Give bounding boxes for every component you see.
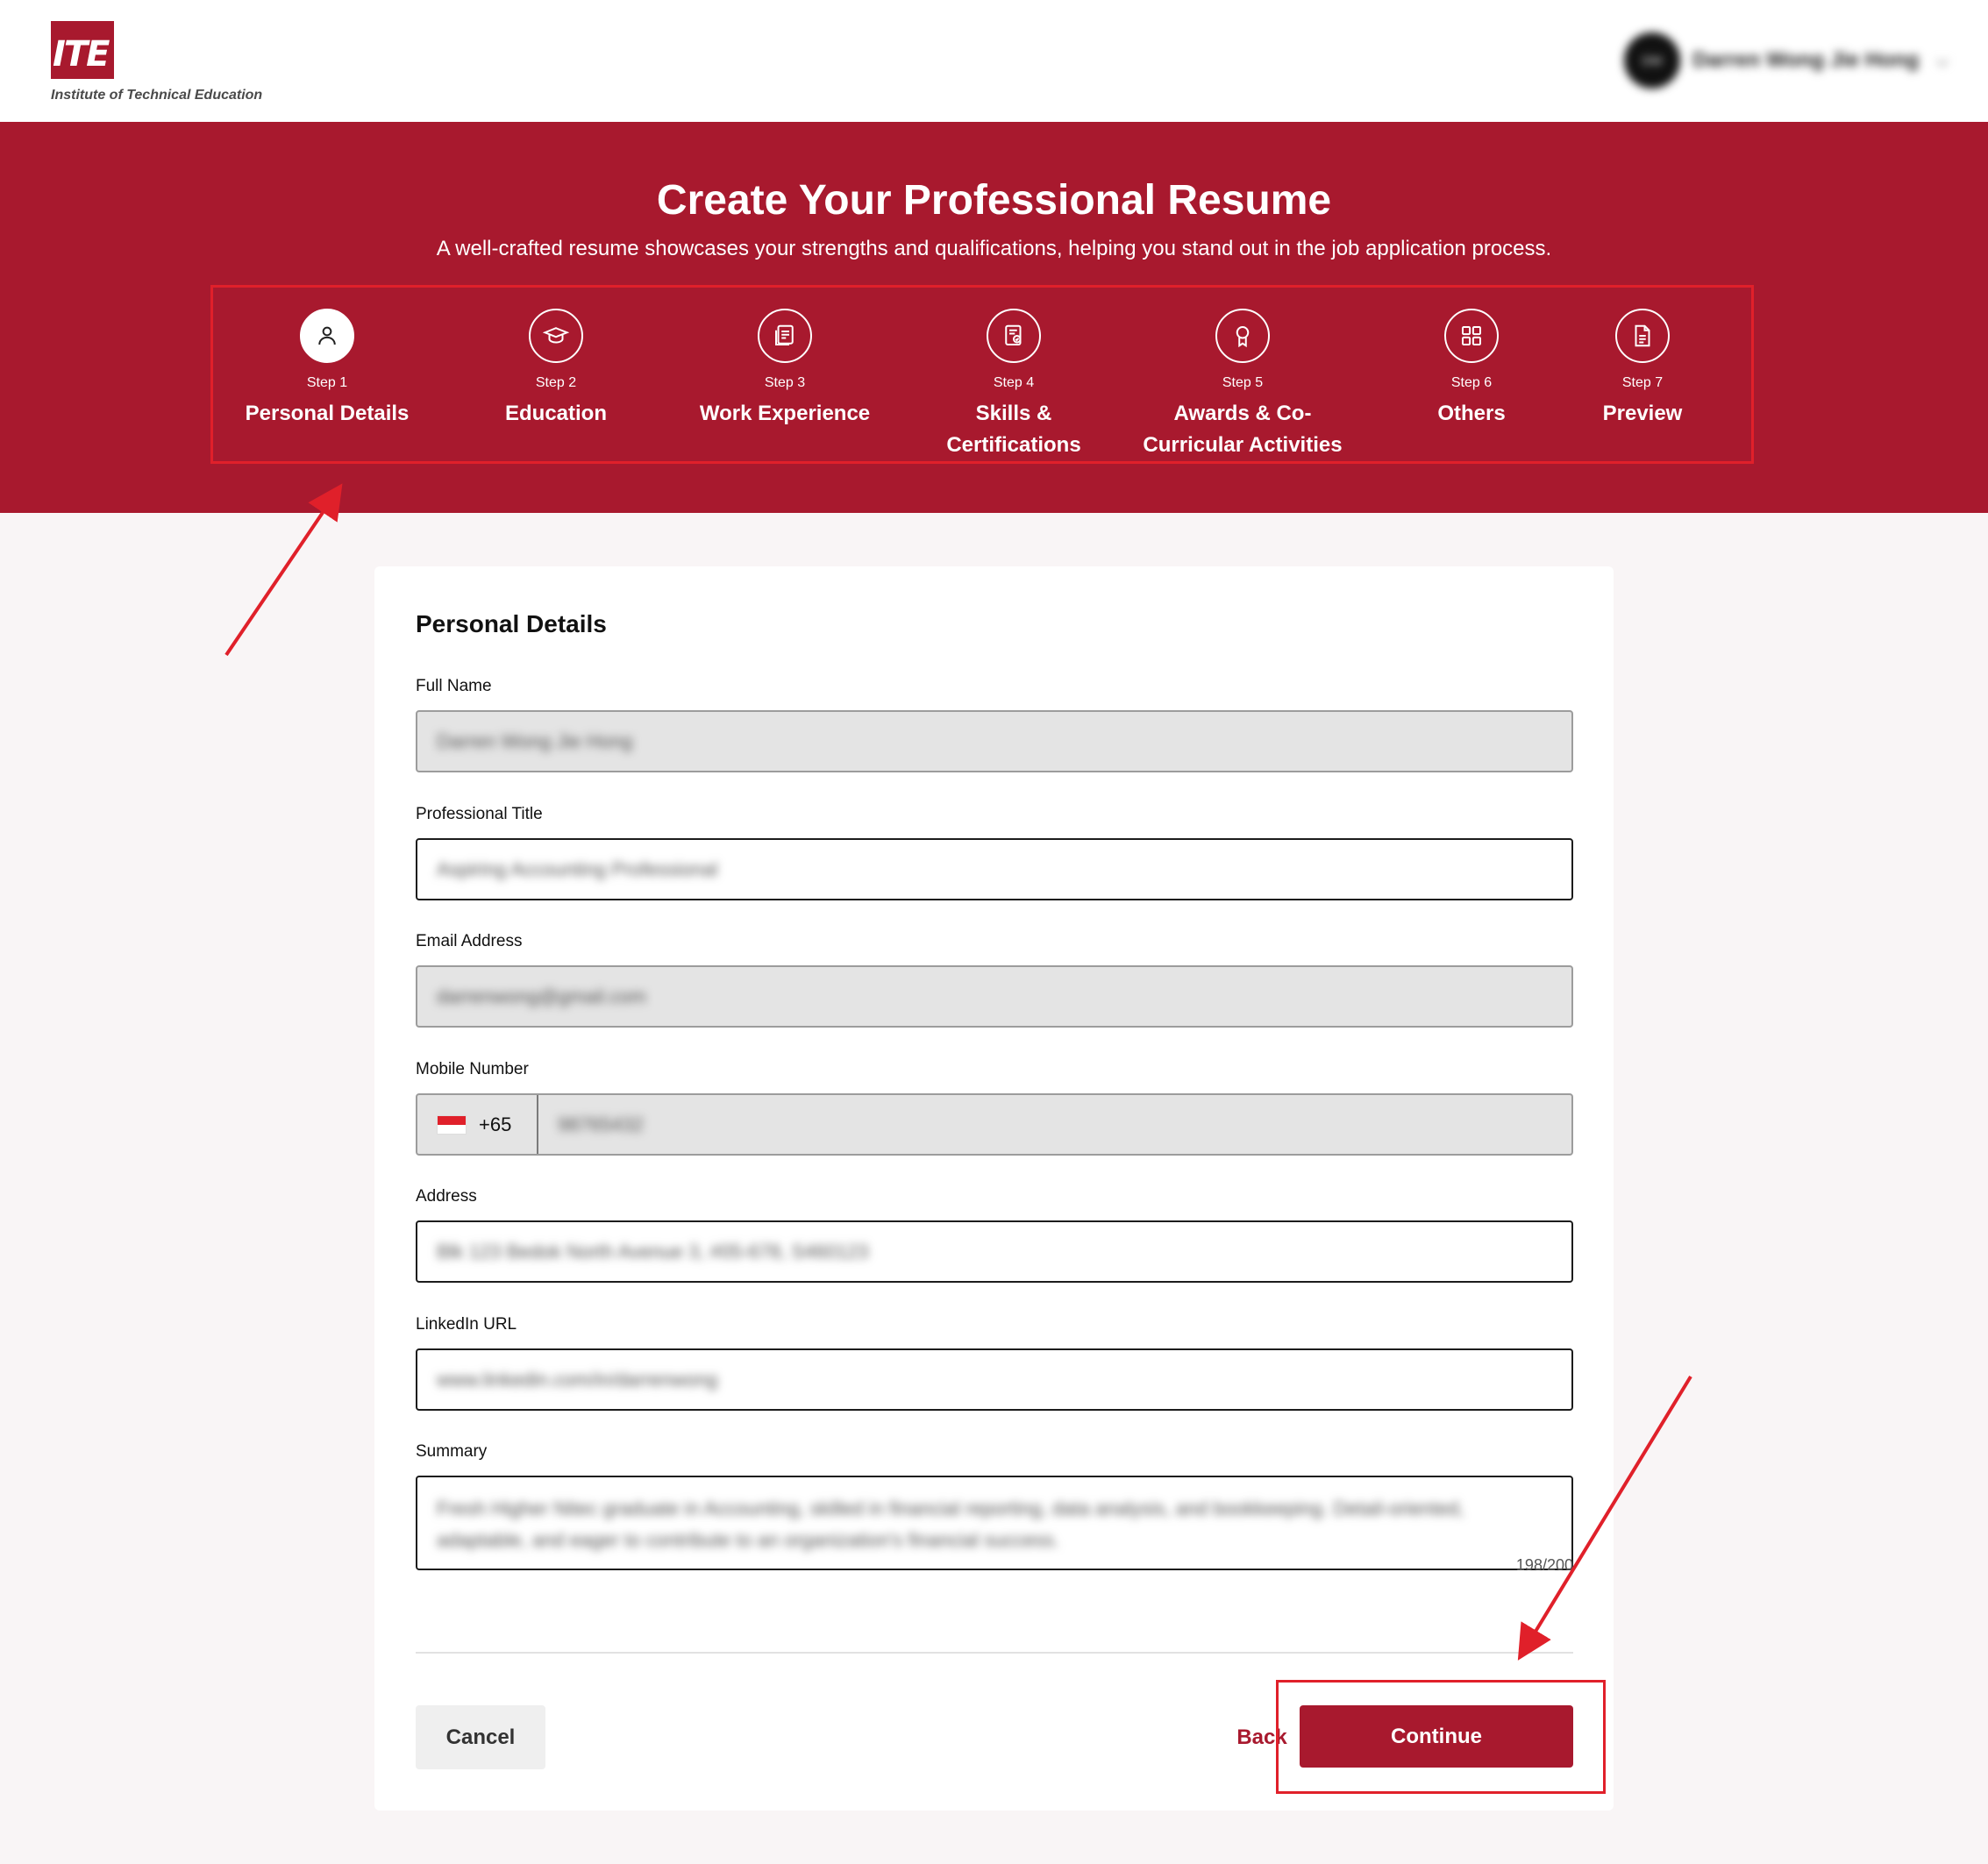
- step-number: Step 3: [764, 375, 806, 390]
- mobile-number-label: Mobile Number: [416, 1060, 529, 1078]
- address-value: Blk 123 Bedok North Avenue 3, #05-678, S…: [437, 1240, 869, 1263]
- linkedin-input[interactable]: www.linkedin.com/in/darrenwong: [416, 1348, 1573, 1411]
- professional-title-value: Aspiring Accounting Professional: [437, 857, 718, 880]
- user-icon: [300, 309, 354, 363]
- mobile-number-input[interactable]: +65 98765432: [416, 1093, 1573, 1156]
- summary-textarea[interactable]: Fresh Higher Nitec graduate in Accountin…: [416, 1476, 1573, 1570]
- step-number: Step 1: [306, 375, 348, 390]
- linkedin-value: www.linkedin.com/in/darrenwong: [437, 1368, 718, 1391]
- address-label: Address: [416, 1187, 477, 1206]
- resume-stepper: Step 1 Personal Details Step 2 Education…: [210, 285, 1754, 464]
- chevron-down-icon[interactable]: [1936, 53, 1949, 68]
- avatar: DW: [1624, 32, 1680, 89]
- step-label: Preview: [1602, 402, 1683, 425]
- section-title: Personal Details: [416, 610, 607, 637]
- award-icon: [1215, 309, 1270, 363]
- clipboard-icon: [758, 309, 812, 363]
- address-field: Address Blk 123 Bedok North Avenue 3, #0…: [416, 1187, 1573, 1283]
- grid-icon: [1444, 309, 1499, 363]
- step-label: Awards & Co-Curricular Activities: [1143, 402, 1343, 457]
- mobile-number-field: Mobile Number +65 98765432: [416, 1060, 1573, 1156]
- step-personal-details[interactable]: Step 1 Personal Details: [222, 309, 432, 430]
- step-preview[interactable]: Step 7 Preview: [1537, 309, 1748, 430]
- step-label: Personal Details: [245, 402, 410, 425]
- email-value: darrenwong@gmail.com: [437, 985, 646, 1007]
- country-code: +65: [479, 1113, 512, 1135]
- full-name-value: Darren Wong Jie Hong: [437, 729, 633, 752]
- document-icon: [1615, 309, 1670, 363]
- professional-title-field: Professional Title Aspiring Accounting P…: [416, 805, 1573, 900]
- step-work-experience[interactable]: Step 3 Work Experience: [680, 309, 890, 430]
- linkedin-label: LinkedIn URL: [416, 1315, 517, 1334]
- page-title: Create Your Professional Resume: [656, 177, 1332, 224]
- cancel-button[interactable]: Cancel: [416, 1705, 545, 1769]
- summary-value: Fresh Higher Nitec graduate in Accountin…: [437, 1498, 1464, 1551]
- user-name: Darren Wong Jie Hong: [1692, 48, 1920, 72]
- full-name-input[interactable]: Darren Wong Jie Hong: [416, 710, 1573, 772]
- step-number: Step 7: [1621, 375, 1664, 390]
- arrow-to-stepper: [224, 483, 343, 657]
- email-input[interactable]: darrenwong@gmail.com: [416, 965, 1573, 1028]
- step-number: Step 5: [1222, 375, 1264, 390]
- country-code-select[interactable]: +65: [417, 1095, 538, 1154]
- full-name-field: Full Name Darren Wong Jie Hong: [416, 677, 1573, 772]
- email-field: Email Address darrenwong@gmail.com: [416, 932, 1573, 1028]
- step-number: Step 4: [993, 375, 1035, 390]
- continue-highlight-box: [1276, 1680, 1606, 1794]
- step-skills-certifications[interactable]: Step 4 Skills & Certifications: [908, 309, 1119, 461]
- certificate-icon: [987, 309, 1041, 363]
- step-label: Education: [504, 402, 607, 425]
- step-education[interactable]: Step 2 Education: [451, 309, 661, 430]
- professional-title-input[interactable]: Aspiring Accounting Professional: [416, 838, 1573, 900]
- summary-field: Summary Fresh Higher Nitec graduate in A…: [416, 1442, 1573, 1574]
- page-subtitle: A well-crafted resume showcases your str…: [436, 237, 1552, 260]
- professional-title-label: Professional Title: [416, 805, 543, 823]
- mobile-number-value: 98765432: [558, 1113, 644, 1135]
- full-name-label: Full Name: [416, 677, 492, 695]
- top-bar: ITE Institute of Technical Education DW …: [0, 0, 1988, 122]
- address-input[interactable]: Blk 123 Bedok North Avenue 3, #05-678, S…: [416, 1220, 1573, 1283]
- singapore-flag-icon: [437, 1114, 467, 1135]
- personal-details-card: Personal Details Full Name Darren Wong J…: [374, 566, 1614, 1811]
- step-number: Step 2: [535, 375, 577, 390]
- summary-label: Summary: [416, 1442, 488, 1461]
- logo-mark: ITE: [53, 34, 110, 75]
- summary-character-counter: 198/200: [1515, 1556, 1573, 1574]
- step-label: Skills & Certifications: [946, 402, 1081, 457]
- logo-text: Institute of Technical Education: [51, 88, 263, 103]
- user-menu[interactable]: DW Darren Wong Jie Hong: [1624, 32, 1949, 89]
- divider: [416, 1652, 1573, 1654]
- step-label: Work Experience: [699, 402, 871, 425]
- graduation-cap-icon: [529, 309, 583, 363]
- linkedin-field: LinkedIn URL www.linkedin.com/in/darrenw…: [416, 1315, 1573, 1411]
- step-awards[interactable]: Step 5 Awards & Co-Curricular Activities: [1137, 309, 1348, 461]
- ite-logo[interactable]: ITE Institute of Technical Education: [51, 21, 314, 109]
- email-label: Email Address: [416, 932, 523, 950]
